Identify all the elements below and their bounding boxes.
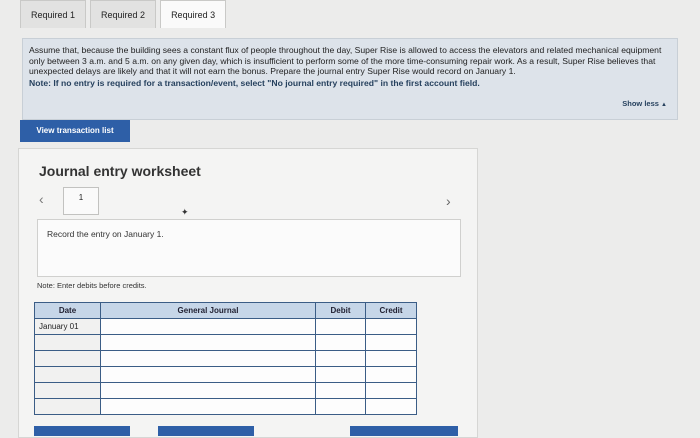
date-cell <box>34 366 101 383</box>
triangle-up-icon: ▲ <box>661 102 667 109</box>
header-debit: Debit <box>315 302 366 319</box>
instructions-text: Assume that, because the building sees a… <box>29 45 662 77</box>
table-header-row: Date General Journal Debit Credit <box>34 302 417 319</box>
view-general-journal-button[interactable] <box>350 426 458 436</box>
account-input[interactable] <box>100 382 316 399</box>
tab-required-1[interactable]: Required 1 <box>20 0 87 28</box>
date-cell <box>34 398 101 415</box>
date-cell <box>34 334 101 351</box>
worksheet-title: Journal entry worksheet <box>39 163 201 179</box>
instructions-note: Note: If no entry is required for a tran… <box>29 77 480 88</box>
date-cell <box>34 350 101 367</box>
table-row <box>34 334 417 351</box>
account-input[interactable] <box>100 318 316 335</box>
header-credit: Credit <box>365 302 417 319</box>
debit-input[interactable] <box>315 398 366 415</box>
debit-input[interactable] <box>315 382 366 399</box>
debit-input[interactable] <box>315 350 366 367</box>
credit-input[interactable] <box>365 350 417 367</box>
instructions-panel: Assume that, because the building sees a… <box>22 38 678 120</box>
debit-input[interactable] <box>315 318 366 335</box>
credit-input[interactable] <box>365 318 417 335</box>
account-input[interactable] <box>100 398 316 415</box>
record-entry-box <box>37 219 461 277</box>
account-input[interactable] <box>100 366 316 383</box>
table-row <box>34 382 417 399</box>
tab-required-3[interactable]: Required 3 <box>160 0 227 28</box>
mouse-cursor-icon: ✦ <box>181 207 189 217</box>
account-input[interactable] <box>100 350 316 367</box>
show-less-link[interactable]: Show less ▲ <box>622 99 667 111</box>
date-cell <box>34 382 101 399</box>
table-row <box>34 398 417 415</box>
debit-input[interactable] <box>315 334 366 351</box>
credit-input[interactable] <box>365 334 417 351</box>
page-number-tab[interactable]: 1 <box>63 187 99 215</box>
view-transaction-list-button[interactable]: View transaction list <box>20 120 130 142</box>
tab-required-2[interactable]: Required 2 <box>90 0 157 28</box>
account-input[interactable] <box>100 334 316 351</box>
debit-input[interactable] <box>315 366 366 383</box>
record-entry-text: Record the entry on January 1. <box>47 229 164 239</box>
table-row: January 01 <box>34 318 417 335</box>
credit-input[interactable] <box>365 366 417 383</box>
date-cell: January 01 <box>34 318 101 335</box>
header-date: Date <box>34 302 101 319</box>
general-journal-table: Date General Journal Debit Credit Januar… <box>34 302 417 415</box>
show-less-label: Show less <box>622 99 659 109</box>
chevron-left-icon[interactable]: ‹ <box>39 191 44 207</box>
chevron-right-icon[interactable]: › <box>446 193 451 209</box>
credit-input[interactable] <box>365 382 417 399</box>
tab-bar: Required 1 Required 2 Required 3 <box>20 0 230 30</box>
clear-entry-button[interactable] <box>158 426 254 436</box>
credit-input[interactable] <box>365 398 417 415</box>
table-row <box>34 366 417 383</box>
record-entry-button[interactable] <box>34 426 130 436</box>
table-row <box>34 350 417 367</box>
debits-before-credits-note: Note: Enter debits before credits. <box>37 281 147 290</box>
header-general-journal: General Journal <box>100 302 316 319</box>
